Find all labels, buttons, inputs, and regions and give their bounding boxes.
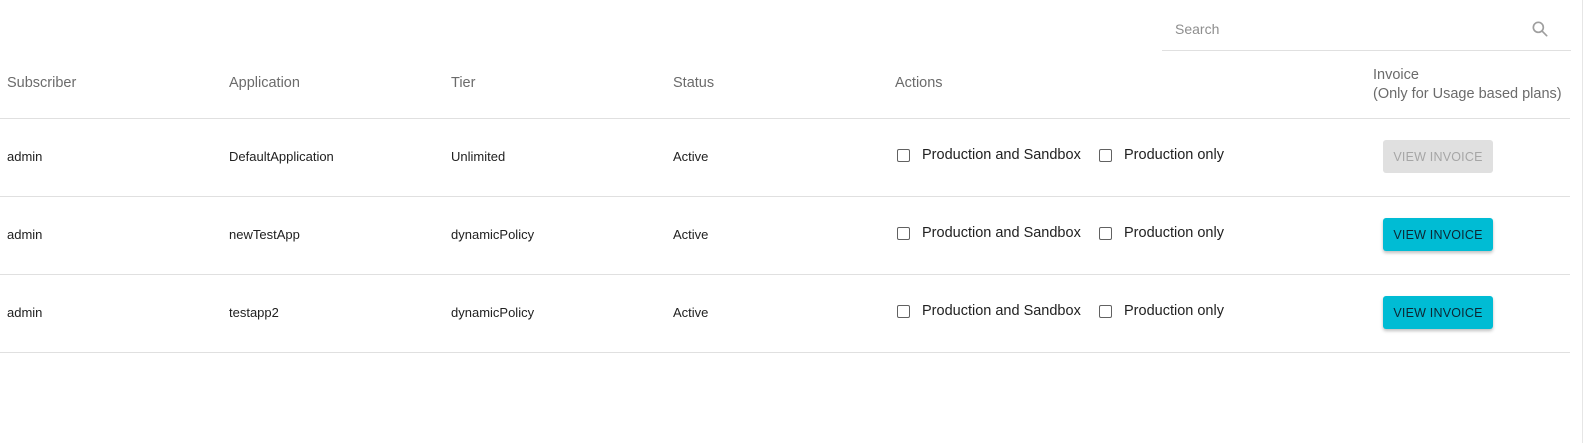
subscriber-cell: admin: [7, 305, 43, 320]
panel-edge-divider: [1582, 0, 1583, 443]
production-and-sandbox-option[interactable]: Production and Sandbox: [897, 147, 1081, 163]
tier-cell: Unlimited: [451, 149, 506, 164]
view-invoice-button[interactable]: VIEW INVOICE: [1383, 296, 1493, 329]
invoice-header-title: Invoice: [1373, 67, 1419, 83]
production-only-checkbox[interactable]: [1099, 148, 1112, 162]
table-row: admin DefaultApplication Unlimited Activ…: [0, 119, 1570, 197]
application-cell: DefaultApplication: [229, 149, 334, 164]
production-only-checkbox[interactable]: [1099, 304, 1112, 318]
column-header-status[interactable]: Status: [673, 75, 714, 91]
status-cell: Active: [673, 227, 709, 242]
production-and-sandbox-checkbox[interactable]: [897, 304, 910, 318]
column-header-actions: Actions: [895, 75, 943, 91]
search-icon[interactable]: [1530, 19, 1550, 39]
production-only-option[interactable]: Production only: [1099, 303, 1224, 319]
production-and-sandbox-label[interactable]: Production and Sandbox: [922, 303, 1081, 319]
production-only-label[interactable]: Production only: [1124, 147, 1224, 163]
view-invoice-button: VIEW INVOICE: [1383, 140, 1493, 173]
view-invoice-button[interactable]: VIEW INVOICE: [1383, 218, 1493, 251]
column-header-invoice: Invoice (Only for Usage based plans): [1373, 66, 1562, 104]
production-only-checkbox[interactable]: [1099, 226, 1112, 240]
production-and-sandbox-label[interactable]: Production and Sandbox: [922, 225, 1081, 241]
production-only-label[interactable]: Production only: [1124, 225, 1224, 241]
table-row: admin testapp2 dynamicPolicy Active Prod…: [0, 275, 1570, 353]
production-and-sandbox-label[interactable]: Production and Sandbox: [922, 147, 1081, 163]
tier-cell: dynamicPolicy: [451, 305, 535, 320]
production-and-sandbox-option[interactable]: Production and Sandbox: [897, 303, 1081, 319]
status-cell: Active: [673, 305, 709, 320]
column-header-subscriber[interactable]: Subscriber: [7, 75, 76, 91]
column-header-tier[interactable]: Tier: [451, 75, 475, 91]
table-header: Subscriber Application Tier Status Actio…: [0, 53, 1570, 119]
application-cell: newTestApp: [229, 227, 300, 242]
column-header-application[interactable]: Application: [229, 75, 300, 91]
production-only-option[interactable]: Production only: [1099, 225, 1224, 241]
subscriber-cell: admin: [7, 149, 43, 164]
subscriptions-table: Subscriber Application Tier Status Actio…: [0, 53, 1570, 353]
production-only-option[interactable]: Production only: [1099, 147, 1224, 163]
application-cell: testapp2: [229, 305, 279, 320]
production-and-sandbox-option[interactable]: Production and Sandbox: [897, 225, 1081, 241]
status-cell: Active: [673, 149, 709, 164]
production-and-sandbox-checkbox[interactable]: [897, 226, 910, 240]
production-only-label[interactable]: Production only: [1124, 303, 1224, 319]
search-bar: [1162, 8, 1571, 51]
tier-cell: dynamicPolicy: [451, 227, 535, 242]
production-and-sandbox-checkbox[interactable]: [897, 148, 910, 162]
table-row: admin newTestApp dynamicPolicy Active Pr…: [0, 197, 1570, 275]
search-input[interactable]: [1175, 18, 1515, 40]
subscriber-cell: admin: [7, 227, 43, 242]
invoice-header-note: (Only for Usage based plans): [1373, 86, 1562, 102]
